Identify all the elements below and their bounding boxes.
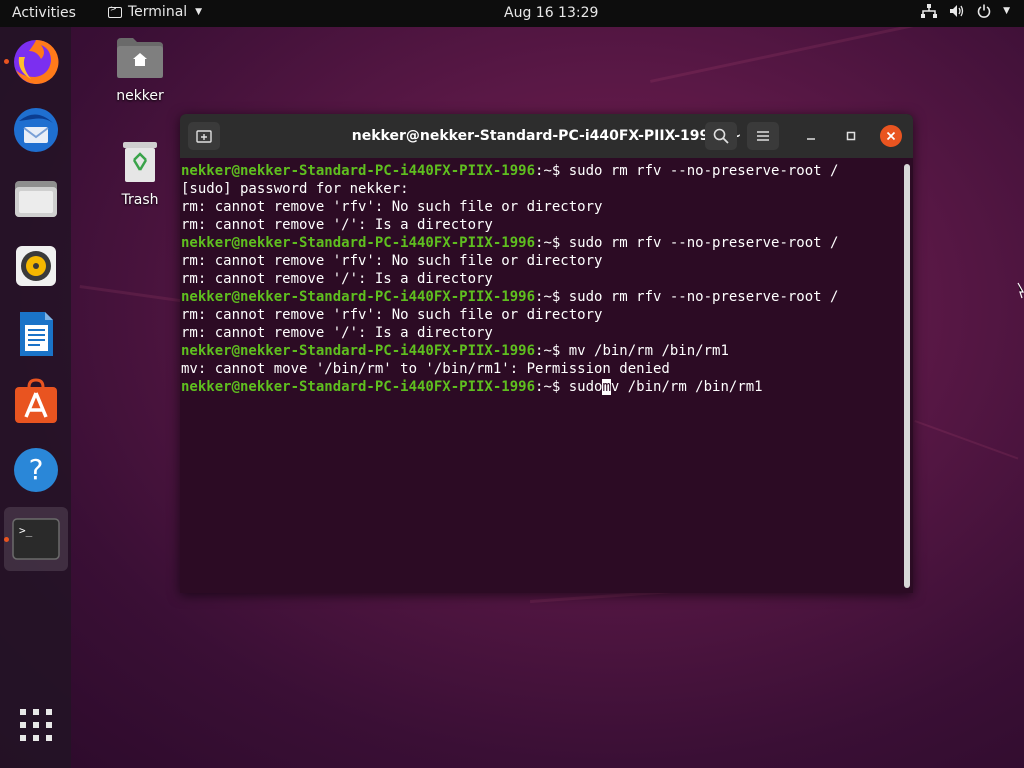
minimize-button[interactable] [800,125,822,147]
terminal-output[interactable]: nekker@nekker-Standard-PC-i440FX-PIIX-19… [180,158,905,593]
text-cursor: m [602,379,611,395]
running-indicator [4,537,9,542]
close-button[interactable] [880,125,902,147]
maximize-icon [846,131,856,141]
thunderbird-icon[interactable] [11,105,61,155]
volume-icon [950,5,964,17]
terminal-line: nekker@nekker-Standard-PC-i440FX-PIIX-19… [181,343,729,359]
terminal-line: mv: cannot move '/bin/rm' to '/bin/rm1':… [181,361,670,377]
terminal-icon[interactable]: >_ [11,514,61,564]
app-menu[interactable]: Terminal ▼ [108,4,202,20]
svg-text:>_: >_ [19,524,33,537]
chevron-down-icon: ▼ [1003,6,1010,16]
dock: ? >_ [0,27,71,768]
rhythmbox-icon[interactable] [11,241,61,291]
terminal-line: nekker@nekker-Standard-PC-i440FX-PIIX-19… [181,163,839,179]
terminal-line: [sudo] password for nekker: [181,181,409,197]
terminal-current-line[interactable]: nekker@nekker-Standard-PC-i440FX-PIIX-19… [181,378,905,396]
minimize-icon [807,138,815,140]
close-icon [886,131,896,141]
terminal-line: rm: cannot remove 'rfv': No such file or… [181,253,603,269]
system-tray[interactable]: ▼ [921,4,1010,18]
mouse-pointer-icon [1017,282,1024,299]
home-folder-icon [117,38,163,78]
menu-button[interactable] [747,122,779,150]
hamburger-menu-icon [757,131,769,141]
top-bar: Activities Terminal ▼ Aug 16 13:29 ▼ [0,0,1024,27]
trash-label: Trash [121,192,159,208]
terminal-app-icon [108,4,122,18]
desktop-home-folder[interactable]: nekker [100,36,180,104]
power-icon [977,4,991,18]
chevron-down-icon: ▼ [195,7,203,17]
scrollbar[interactable] [904,164,910,588]
clock[interactable]: Aug 16 13:29 [504,5,598,21]
app-menu-label: Terminal [128,4,188,20]
network-icon [921,4,938,18]
home-folder-label: nekker [116,88,164,104]
maximize-button[interactable] [840,125,862,147]
help-icon[interactable]: ? [11,445,61,495]
title-bar[interactable]: nekker@nekker-Standard-PC-i440FX-PIIX-19… [180,114,913,158]
search-button[interactable] [705,122,737,150]
wallpaper-streak [914,420,1019,460]
activities-button[interactable]: Activities [12,5,76,21]
terminal-window[interactable]: nekker@nekker-Standard-PC-i440FX-PIIX-19… [180,114,913,593]
svg-text:?: ? [29,453,44,486]
terminal-line: nekker@nekker-Standard-PC-i440FX-PIIX-19… [181,235,839,251]
terminal-line: nekker@nekker-Standard-PC-i440FX-PIIX-19… [181,289,839,305]
terminal-line: rm: cannot remove '/': Is a directory [181,217,493,233]
running-indicator [4,59,9,64]
trash-icon [123,142,157,182]
terminal-line: rm: cannot remove 'rfv': No such file or… [181,307,603,323]
writer-icon[interactable] [11,309,61,359]
show-applications-icon[interactable] [18,707,54,743]
firefox-icon[interactable] [11,37,61,87]
terminal-line: rm: cannot remove '/': Is a directory [181,325,493,341]
search-icon [713,128,729,144]
desktop-trash[interactable]: Trash [100,140,180,208]
terminal-line: rm: cannot remove '/': Is a directory [181,271,493,287]
files-icon[interactable] [11,173,61,223]
terminal-line: rm: cannot remove 'rfv': No such file or… [181,199,603,215]
software-icon[interactable] [11,377,61,427]
